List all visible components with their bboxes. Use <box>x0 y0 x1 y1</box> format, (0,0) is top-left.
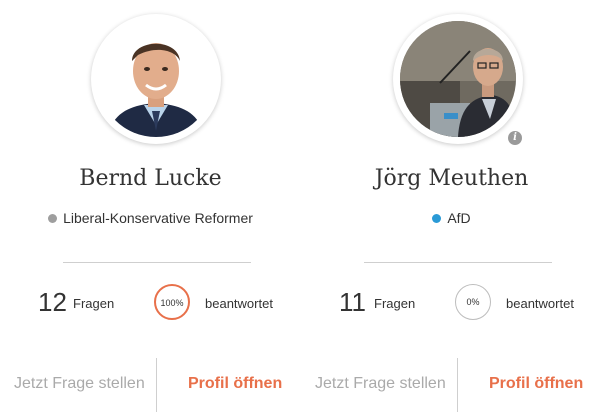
avatar[interactable] <box>98 21 214 137</box>
party-name: AfD <box>447 210 471 226</box>
answered-ring: 100% <box>154 284 190 320</box>
card-actions: Jetzt Frage stellen Profil öffnen <box>301 358 602 412</box>
ask-question-button[interactable]: Jetzt Frage stellen <box>315 375 446 393</box>
party-label: AfD <box>301 210 602 226</box>
action-separator <box>457 358 458 412</box>
candidate-card-meuthen: i Jörg Meuthen AfD 11 Fragen 0% beantwor… <box>301 0 602 416</box>
candidate-name: Bernd Lucke <box>79 166 222 191</box>
answered-label: beantwortet <box>205 296 273 311</box>
candidate-card-lucke: Bernd Lucke Liberal-Konservative Reforme… <box>0 0 301 416</box>
open-profile-button[interactable]: Profil öffnen <box>188 375 282 393</box>
divider <box>63 262 251 263</box>
party-color-dot <box>48 214 58 223</box>
open-profile-button[interactable]: Profil öffnen <box>489 375 583 393</box>
question-count: 12 <box>38 287 67 317</box>
candidate-photo-meuthen <box>400 21 516 137</box>
action-separator <box>156 358 157 412</box>
questions-label: Fragen <box>374 296 416 311</box>
answered-label: beantwortet <box>506 296 574 311</box>
party-label: Liberal-Konservative Reformer <box>0 210 301 226</box>
card-actions: Jetzt Frage stellen Profil öffnen <box>0 358 301 412</box>
question-stats: 12 Fragen 100% beantwortet <box>0 284 301 324</box>
avatar-frame <box>91 14 221 144</box>
divider <box>364 262 552 263</box>
candidate-name: Jörg Meuthen <box>374 166 529 191</box>
answered-percent: 100% <box>160 298 184 308</box>
info-icon[interactable]: i <box>508 131 522 145</box>
questions-label: Fragen <box>73 296 115 311</box>
answered-percent: 0% <box>466 297 480 307</box>
question-count: 11 <box>339 287 366 317</box>
party-name: Liberal-Konservative Reformer <box>63 210 253 226</box>
ask-question-button[interactable]: Jetzt Frage stellen <box>14 375 145 393</box>
avatar[interactable] <box>400 21 516 137</box>
candidate-photo-lucke <box>98 21 214 137</box>
question-stats: 11 Fragen 0% beantwortet <box>301 284 602 324</box>
party-color-dot <box>432 214 442 223</box>
avatar-frame <box>393 14 523 144</box>
answered-ring: 0% <box>455 284 491 320</box>
